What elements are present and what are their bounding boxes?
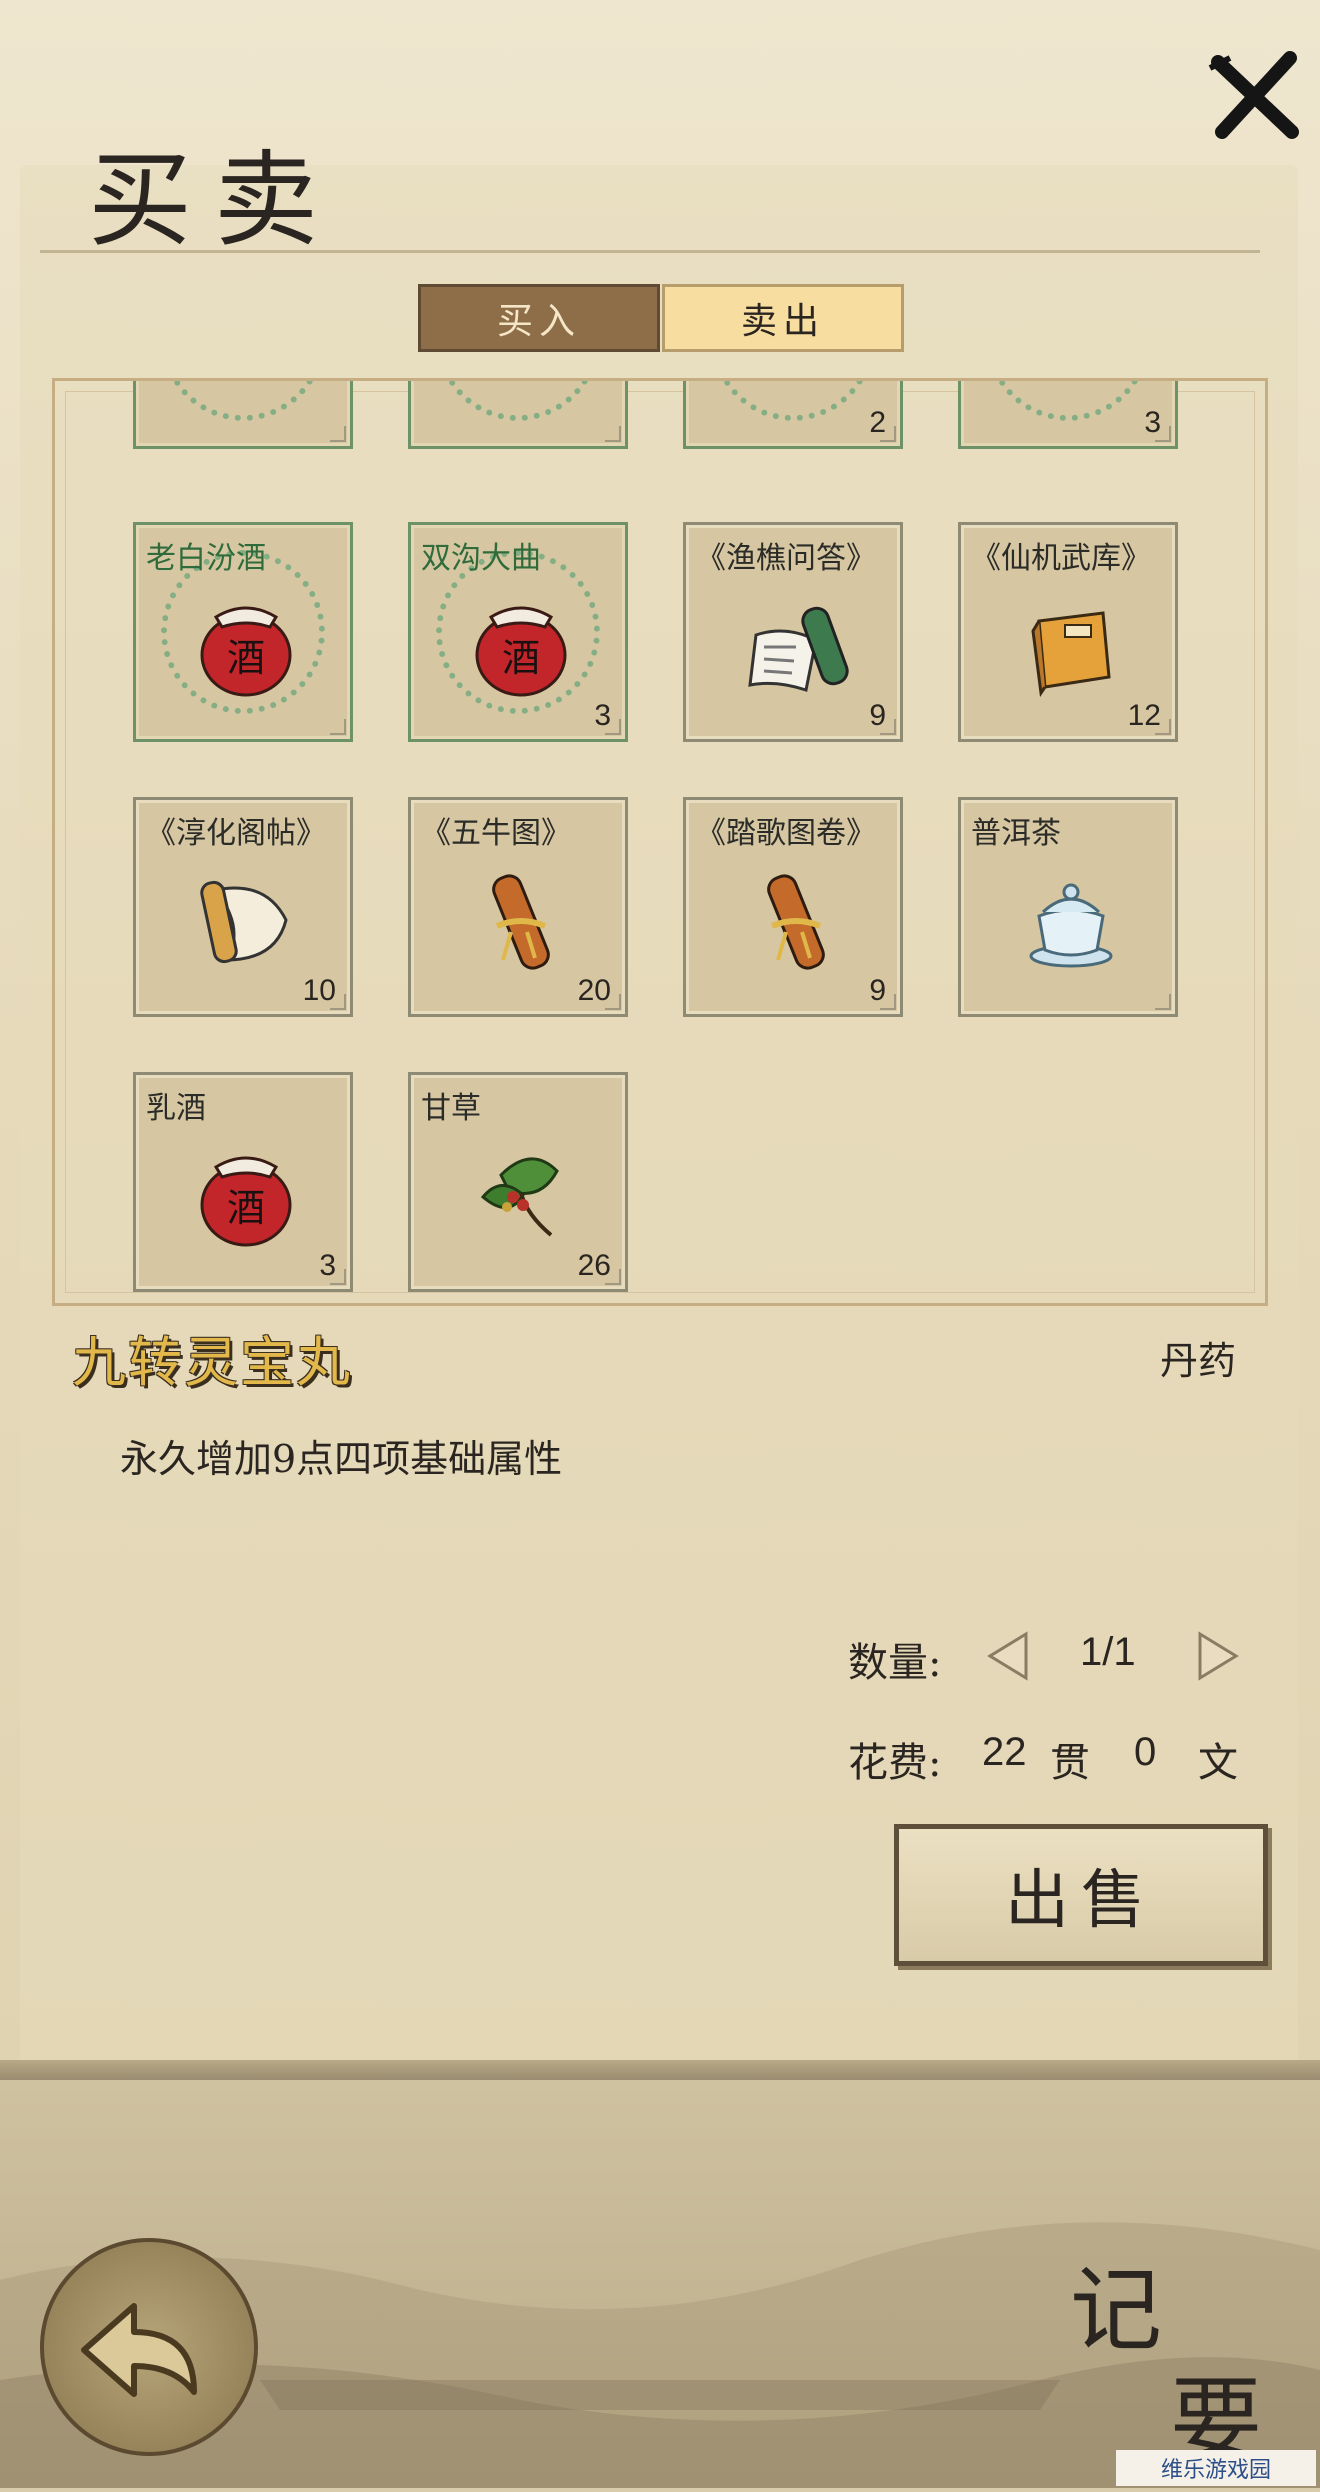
inventory-slot[interactable]: 《仙机武库》 12 [958,522,1178,742]
inventory-slot[interactable]: 2 [683,381,903,449]
paper-scroll-icon [200,880,288,964]
notes-button[interactable]: 记 要 [1070,2236,1300,2474]
title-divider [40,250,1260,253]
rolled-scroll-icon [492,874,550,970]
inventory-slot[interactable]: 酒 老白汾酒 [133,522,353,742]
sell-button[interactable]: 出售 [894,1824,1268,1966]
tab-buy[interactable]: 买入 [418,284,660,352]
inventory-slot[interactable]: 普洱茶 [958,797,1178,1017]
item-label: 普洱茶 [971,816,1061,851]
item-label: 乳酒 [146,1091,206,1126]
inventory-slot[interactable] [408,381,628,449]
inventory-slot[interactable]: 甘草 26 [408,1072,628,1292]
herb-icon [480,1157,559,1237]
item-label: 老白汾酒 [146,541,266,576]
svg-text:酒: 酒 [227,1186,265,1230]
panel-edge [0,2060,1320,2080]
tab-sell[interactable]: 卖出 [662,284,904,352]
cost-label: 花费: [848,1740,942,1786]
inventory-slot[interactable]: 酒 双沟大曲 3 [408,522,628,742]
close-icon[interactable] [1200,40,1310,150]
page-title: 买卖 [88,139,341,261]
rarity-ring [436,381,600,421]
rarity-ring [986,381,1150,421]
cost-guan-value: 22 [982,1730,1027,1774]
inventory-slot[interactable]: 《五牛图》 20 [408,797,628,1017]
cost-wen-unit: 文 [1198,1740,1238,1786]
open-scroll-icon [748,606,849,692]
inventory-slot[interactable]: 《渔樵问答》 9 [683,522,903,742]
inventory-slot[interactable]: 酒 乳酒 3 [133,1072,353,1292]
inventory-grid[interactable]: 2 3 酒 老白汾酒 酒 双沟大曲 3 《渔樵问答》 9 《仙机武库》 12 《… [55,381,1265,1303]
inventory-slot[interactable] [133,381,353,449]
quantity-label: 数量: [848,1640,942,1686]
item-label: 《仙机武库》 [971,541,1151,576]
rarity-ring [161,381,325,421]
inventory-slot[interactable]: 《踏歌图卷》 9 [683,797,903,1017]
cost-wen-value: 0 [1134,1730,1157,1774]
item-name: 九转灵宝丸 [72,1331,352,1394]
wine-jar-icon: 酒 [200,1156,292,1247]
cost-guan-unit: 贯 [1050,1740,1090,1786]
watermark: 维乐游戏园 [1116,2450,1316,2486]
svg-text:酒: 酒 [502,636,540,680]
book-icon [1031,611,1111,698]
wine-jar-icon: 酒 [200,606,292,697]
item-label: 双沟大曲 [421,541,541,576]
item-label: 甘草 [421,1091,481,1126]
item-type: 丹药 [1160,1339,1237,1383]
item-label: 《踏歌图卷》 [696,816,876,851]
item-label: 《渔樵问答》 [696,541,876,576]
item-label: 《淳化阁帖》 [146,816,326,851]
item-label: 《五牛图》 [421,816,571,851]
rolled-scroll-icon [767,874,825,970]
back-arrow-icon [81,2303,197,2397]
wine-jar-icon: 酒 [475,606,567,697]
svg-text:酒: 酒 [227,636,265,680]
notes-label-top: 记 [1070,2257,1163,2364]
increase-arrow-icon[interactable] [1194,1628,1244,1684]
quantity-value: 1/1 [1080,1630,1136,1674]
inventory-slot[interactable]: 《淳化阁帖》 10 [133,797,353,1017]
back-button[interactable] [40,2238,258,2456]
item-description: 永久增加9点四项基础属性 [120,1437,563,1481]
tea-cup-icon [1029,883,1113,968]
rarity-ring [711,381,875,421]
inventory-slot[interactable]: 3 [958,381,1178,449]
decrease-arrow-icon[interactable] [982,1628,1032,1684]
